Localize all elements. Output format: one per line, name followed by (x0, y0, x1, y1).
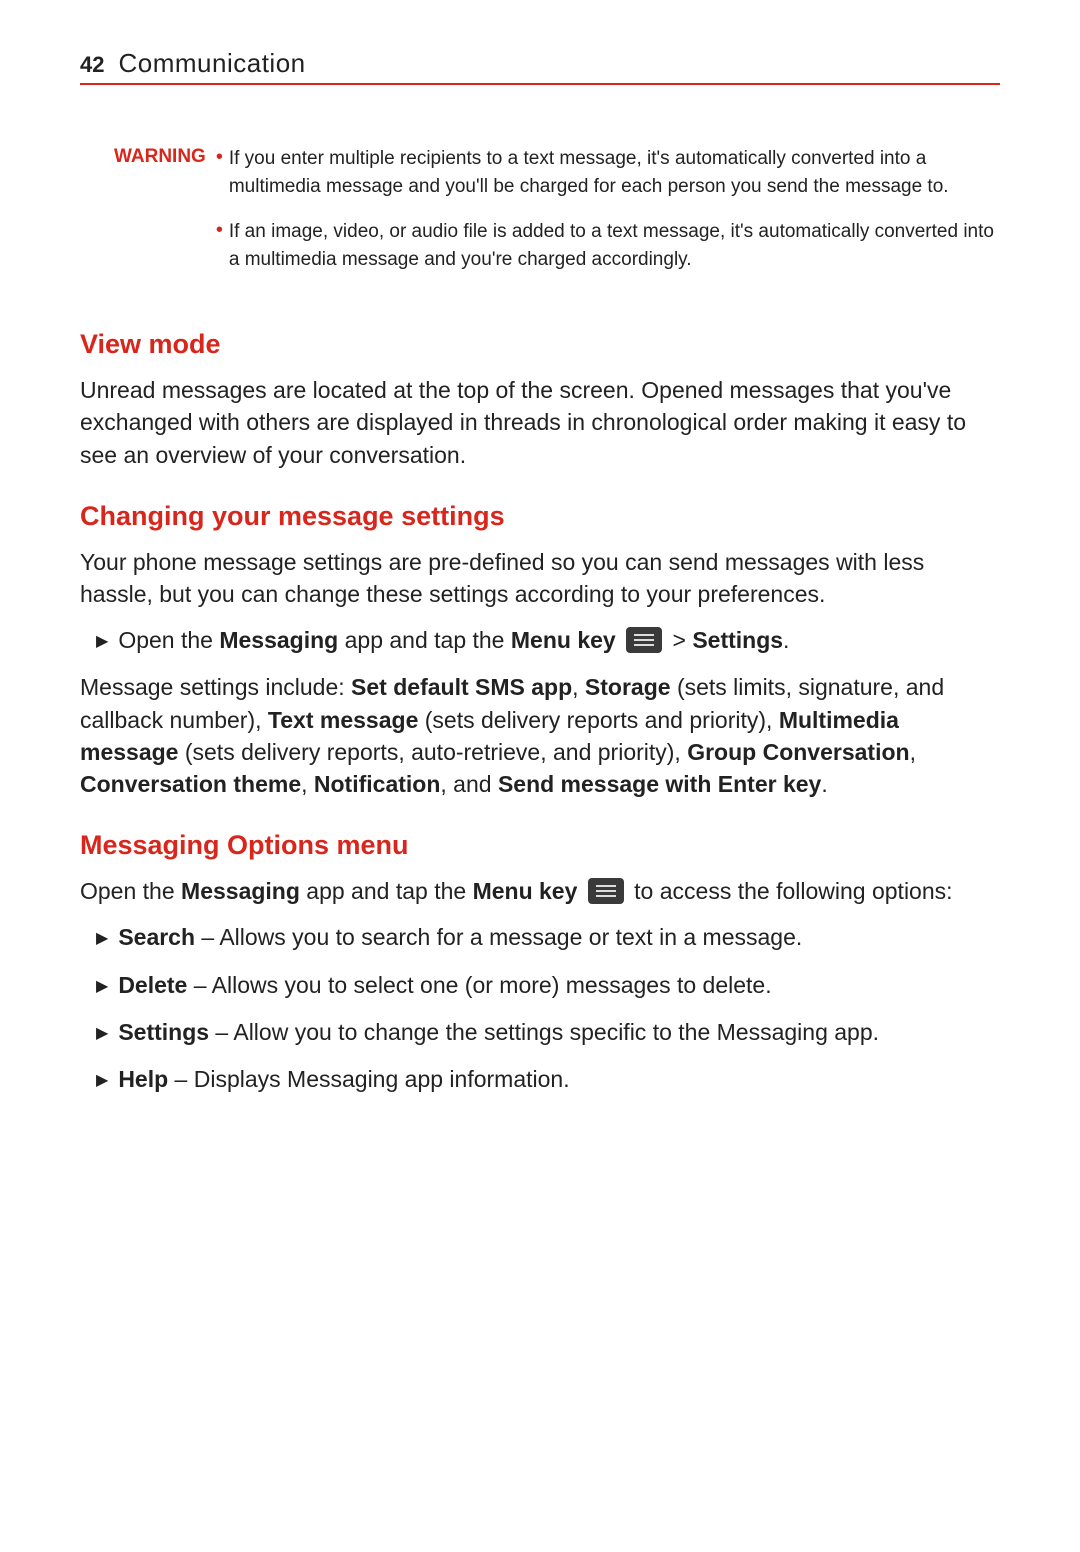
step-list: ▶ Open the Messaging app and tap the Men… (96, 624, 1000, 657)
warning-item: • If an image, video, or audio file is a… (216, 218, 1000, 273)
bold-text: Delete (118, 972, 187, 998)
text: (sets delivery reports, auto-retrieve, a… (178, 739, 687, 765)
option-text: Help – Displays Messaging app informatio… (118, 1063, 569, 1096)
text: Open the (118, 627, 219, 653)
text: , (301, 771, 314, 797)
text: > (666, 627, 692, 653)
bold-text: Messaging (219, 627, 338, 653)
triangle-bullet-icon: ▶ (96, 624, 108, 653)
page: 42 Communication WARNING • If you enter … (0, 0, 1080, 1171)
view-mode-body: Unread messages are located at the top o… (80, 374, 1000, 471)
bullet-dot-icon: • (216, 145, 223, 200)
triangle-bullet-icon: ▶ (96, 969, 108, 998)
warning-item: • If you enter multiple recipients to a … (216, 145, 1000, 200)
warning-label: WARNING (114, 145, 206, 291)
bold-text: Menu key (511, 627, 616, 653)
text: app and tap the (338, 627, 511, 653)
option-item-help: ▶ Help – Displays Messaging app informat… (96, 1063, 1000, 1096)
text: – Allows you to select one (or more) mes… (187, 972, 771, 998)
warning-block: WARNING • If you enter multiple recipien… (114, 145, 1000, 291)
bullet-dot-icon: • (216, 218, 223, 273)
text: app and tap the (300, 878, 473, 904)
section-heading-changing: Changing your message settings (80, 501, 1000, 532)
bold-text: Group Conversation (687, 739, 909, 765)
page-title: Communication (118, 48, 305, 79)
option-text: Search – Allows you to search for a mess… (118, 921, 802, 954)
page-number: 42 (80, 52, 104, 78)
section-heading-options: Messaging Options menu (80, 830, 1000, 861)
bold-text: Set default SMS app (351, 674, 572, 700)
step-text: Open the Messaging app and tap the Menu … (118, 624, 789, 657)
triangle-bullet-icon: ▶ (96, 1063, 108, 1092)
bold-text: Help (118, 1066, 168, 1092)
bold-text: Storage (585, 674, 671, 700)
bold-text: Settings (118, 1019, 209, 1045)
text: , (910, 739, 916, 765)
text: to access the following options: (628, 878, 953, 904)
warning-text: If you enter multiple recipients to a te… (229, 145, 1000, 200)
step-item: ▶ Open the Messaging app and tap the Men… (96, 624, 1000, 657)
menu-key-icon (626, 627, 662, 653)
text: , and (440, 771, 498, 797)
text: (sets delivery reports and priority), (418, 707, 778, 733)
bold-text: Menu key (473, 878, 578, 904)
text: Message settings include: (80, 674, 351, 700)
bold-text: Notification (314, 771, 441, 797)
text: – Displays Messaging app information. (168, 1066, 569, 1092)
warning-text: If an image, video, or audio file is add… (229, 218, 1000, 273)
options-list: ▶ Search – Allows you to search for a me… (96, 921, 1000, 1096)
page-header: 42 Communication (80, 48, 1000, 85)
section-heading-view-mode: View mode (80, 329, 1000, 360)
option-text: Delete – Allows you to select one (or mo… (118, 969, 771, 1002)
bold-text: Messaging (181, 878, 300, 904)
bold-text: Text message (268, 707, 418, 733)
menu-key-icon (588, 878, 624, 904)
changing-body: Your phone message settings are pre-defi… (80, 546, 1000, 610)
settings-paragraph: Message settings include: Set default SM… (80, 671, 1000, 800)
text: , (572, 674, 585, 700)
text: – Allow you to change the settings speci… (209, 1019, 879, 1045)
option-item-search: ▶ Search – Allows you to search for a me… (96, 921, 1000, 954)
text: – Allows you to search for a message or … (195, 924, 802, 950)
options-intro: Open the Messaging app and tap the Menu … (80, 875, 1000, 907)
bold-text: Conversation theme (80, 771, 301, 797)
text: Open the (80, 878, 181, 904)
option-item-settings: ▶ Settings – Allow you to change the set… (96, 1016, 1000, 1049)
triangle-bullet-icon: ▶ (96, 1016, 108, 1045)
bold-text: Send message with Enter key (498, 771, 821, 797)
warning-items: • If you enter multiple recipients to a … (216, 145, 1000, 291)
option-text: Settings – Allow you to change the setti… (118, 1016, 879, 1049)
triangle-bullet-icon: ▶ (96, 921, 108, 950)
text: . (783, 627, 789, 653)
bold-text: Settings (692, 627, 783, 653)
bold-text: Search (118, 924, 195, 950)
option-item-delete: ▶ Delete – Allows you to select one (or … (96, 969, 1000, 1002)
text: . (821, 771, 827, 797)
